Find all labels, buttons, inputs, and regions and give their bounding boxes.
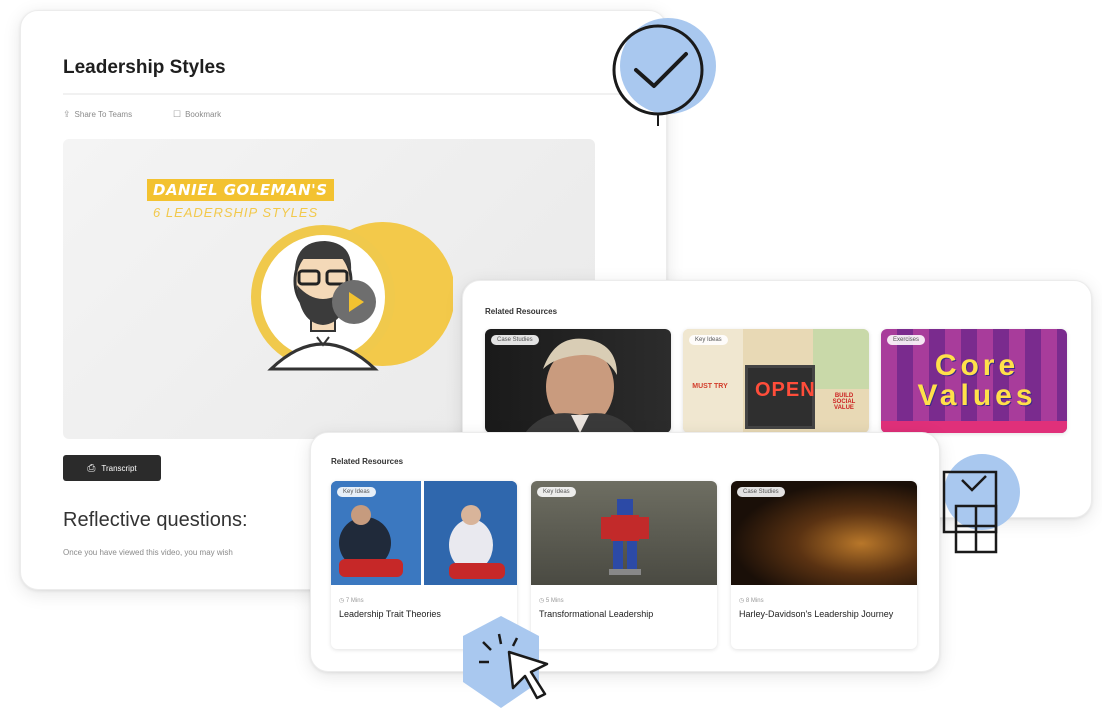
reflective-questions-text: Once you have viewed this video, you may… xyxy=(63,548,233,557)
bookmark-button[interactable]: ☐ Bookmark xyxy=(173,109,221,120)
open-sign-text: OPEN xyxy=(755,379,816,401)
resource-duration: ◷ 8 Mins xyxy=(739,598,764,604)
reflective-questions-heading: Reflective questions: xyxy=(63,509,248,531)
video-title-line2: 6 LEADERSHIP STYLES xyxy=(153,205,319,220)
share-label: Share To Teams xyxy=(74,110,133,119)
cursor-click-badge-icon xyxy=(463,616,549,708)
transcript-label: Transcript xyxy=(101,463,137,473)
resource-thumbnail: Case Studies xyxy=(731,481,917,585)
related-resources-heading: Related Resources xyxy=(485,307,558,316)
related-resources-card-bottom: Related Resources Key Ideas ◷ 7 Mins Lea… xyxy=(310,432,940,672)
resource-tag: Key Ideas xyxy=(337,487,376,497)
transcript-button[interactable]: ⎙ Transcript xyxy=(63,455,161,481)
resource-tile[interactable]: Case Studies xyxy=(485,329,671,433)
title-divider xyxy=(63,93,623,95)
page-title: Leadership Styles xyxy=(63,57,226,78)
resource-tile[interactable]: Core Values Exercises xyxy=(881,329,1067,433)
must-try-sign-text: MUST TRY xyxy=(692,383,728,390)
resource-tag: Case Studies xyxy=(491,335,539,345)
resource-thumbnail: Core Values Exercises xyxy=(881,329,1067,433)
layout-badge-icon xyxy=(942,454,1020,554)
resource-tile[interactable]: Case Studies ◷ 8 Mins Harley-Davidson's … xyxy=(731,481,917,649)
transcript-icon: ⎙ xyxy=(87,462,96,474)
resource-tag: Exercises xyxy=(887,335,926,345)
social-value-sign-text: BUILD SOCIAL VALUE xyxy=(832,393,856,411)
resource-thumbnail: Case Studies xyxy=(485,329,671,433)
related-resources-heading: Related Resources xyxy=(331,457,404,466)
share-icon: ⇪ xyxy=(63,109,71,119)
resource-thumbnail: Key Ideas xyxy=(531,481,717,585)
resource-tag: Case Studies xyxy=(737,487,785,497)
resource-title: Harley-Davidson's Leadership Journey xyxy=(739,609,894,619)
resource-tag: Key Ideas xyxy=(537,487,576,497)
resource-duration: ◷ 7 Mins xyxy=(339,598,364,604)
core-values-text: Core Values xyxy=(917,349,1037,412)
share-to-teams-button[interactable]: ⇪ Share To Teams xyxy=(63,109,132,120)
bookmark-icon: ☐ xyxy=(173,109,182,119)
checkmark-badge-icon xyxy=(612,18,716,126)
resource-tile[interactable]: OPEN MUST TRY BUILD SOCIAL VALUE Key Ide… xyxy=(683,329,869,433)
play-icon[interactable] xyxy=(331,279,377,325)
resource-duration: ◷ 5 Mins xyxy=(539,598,564,604)
bookmark-label: Bookmark xyxy=(185,110,222,119)
video-title-line1: DANIEL GOLEMAN'S xyxy=(147,179,334,201)
resource-tag: Key Ideas xyxy=(689,335,728,345)
resource-thumbnail: Key Ideas xyxy=(331,481,517,585)
resource-thumbnail: OPEN MUST TRY BUILD SOCIAL VALUE Key Ide… xyxy=(683,329,869,433)
